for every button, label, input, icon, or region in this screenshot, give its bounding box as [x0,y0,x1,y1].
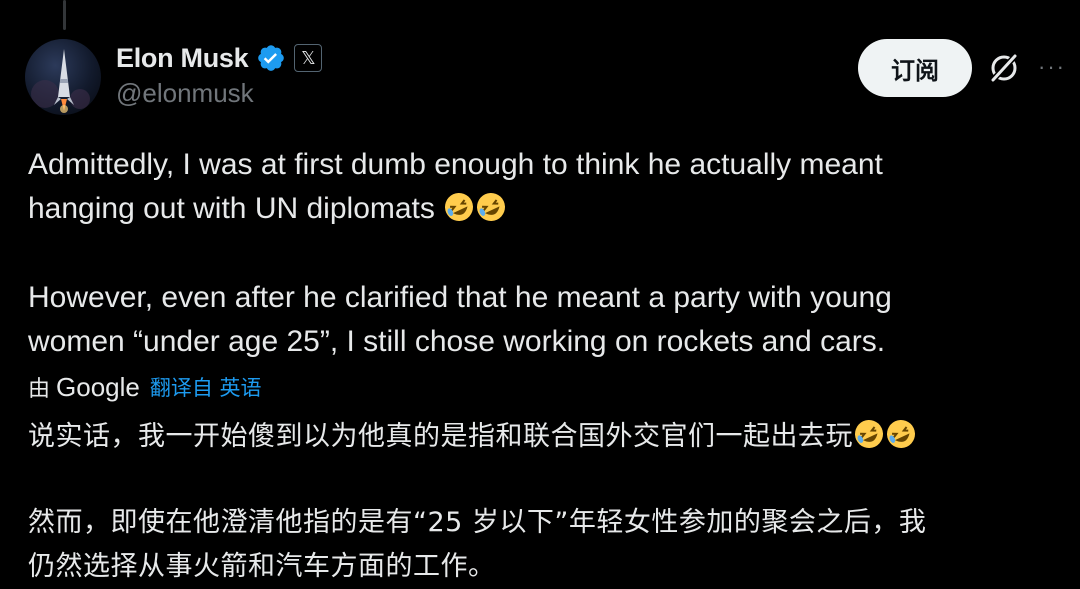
rolling-laughing-emoji-icon [475,191,507,223]
tweet-line-text: hanging out with UN diplomats [28,192,435,225]
avatar[interactable] [25,39,101,115]
tweet-paragraph-1: Admittedly, I was at first dumb enough t… [28,143,883,231]
subscribe-button[interactable]: 订阅 [858,39,972,97]
translation-attribution: 由 Google 翻译自 英语 [28,369,262,405]
tweet-line: However, even after he clarified that he… [28,281,892,314]
google-logo-text: Google [56,371,140,402]
tweet-line: women “under age 25”, I still chose work… [28,325,886,358]
author-handle[interactable]: @elonmusk [116,78,254,109]
author-display-name[interactable]: Elon Musk [116,43,249,74]
rolling-laughing-emoji-icon [443,191,475,223]
translated-paragraph-2: 然而，即使在他澄清他指的是有“25 岁以下”年轻女性参加的聚会之后，我 仍然选择… [28,501,926,589]
more-options-icon[interactable]: ··· [1038,55,1074,79]
translated-line: 说实话，我一开始傻到以为他真的是指和联合国外交官们一起出去玩 [28,421,853,452]
translated-from-english-link[interactable]: 翻译自 英语 [150,372,262,402]
translated-by-label: 由 [28,377,51,402]
translated-line: 然而，即使在他澄清他指的是有“25 岁以下”年轻女性参加的聚会之后，我 [28,507,927,538]
verified-badge-icon [256,43,286,73]
author-name-row: Elon Musk 𝕏 [116,40,323,76]
translated-line: 仍然选择从事火箭和汽车方面的工作。 [28,551,496,582]
x-affiliate-badge-icon[interactable]: 𝕏 [294,44,323,72]
rolling-laughing-emoji-icon [853,418,885,450]
tweet-paragraph-2: However, even after he clarified that he… [28,276,892,364]
translated-paragraph-1: 说实话，我一开始傻到以为他真的是指和联合国外交官们一起出去玩 [28,415,917,459]
thread-connector-line [63,0,66,30]
tweet-line: Admittedly, I was at first dumb enough t… [28,148,883,181]
grok-icon[interactable] [986,50,1022,86]
rocket-avatar-icon [31,49,90,113]
tweet-line: hanging out with UN diplomats [28,187,883,231]
rolling-laughing-emoji-icon [885,418,917,450]
